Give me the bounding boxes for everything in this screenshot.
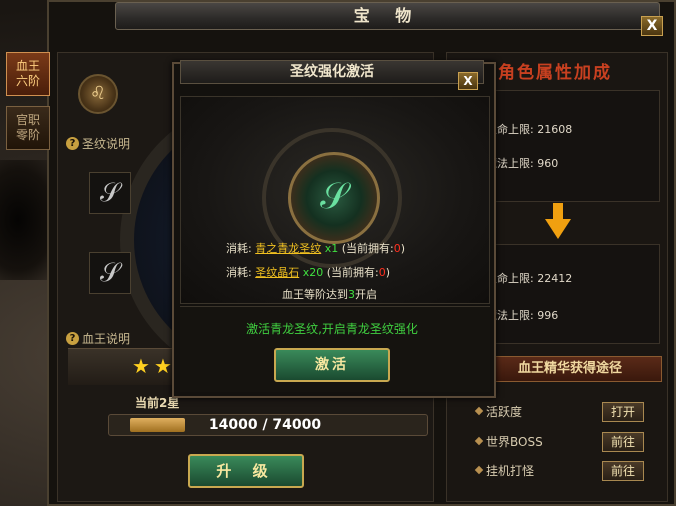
activation-description: 激活青龙圣纹,开启青龙圣纹强化	[246, 322, 418, 336]
star-icon: ★	[154, 354, 172, 378]
cost-label: 消耗:	[226, 242, 252, 255]
lion-emblem-icon: ♌	[78, 74, 118, 114]
owned-prefix-1: (当前拥有:	[341, 242, 394, 255]
dragon-rune-slot-icon[interactable]: 𝒮	[89, 172, 131, 214]
rune-help-link[interactable]: 圣纹说明	[82, 135, 130, 152]
owned-count-1: 0	[393, 242, 401, 255]
cost-line-2: 消耗: 圣纹晶石 x20 (当前拥有:0)	[226, 264, 390, 280]
owned-suffix-1: )	[400, 242, 406, 255]
requirement-suffix: 开启	[355, 288, 377, 301]
help-icon[interactable]: ?	[66, 332, 79, 345]
owned-count-2: 0	[378, 266, 386, 279]
cost-line-1: 消耗: 青之青龙圣纹 x1 (当前拥有:0)	[226, 240, 405, 256]
requirement-line: 血王等阶达到3开启	[282, 286, 377, 302]
goto-afk-farming-button[interactable]: 前往	[602, 461, 644, 481]
window-title: 宝 物	[353, 6, 422, 25]
tab-official-rank-line1: 官职	[15, 113, 40, 127]
tab-blood-king-line2: 六阶	[15, 74, 40, 88]
next-mp-attr: 魔法上限: 996	[486, 309, 559, 322]
activate-button[interactable]: 激活	[274, 348, 390, 382]
owned-suffix-2: )	[385, 266, 391, 279]
requirement-value: 3	[348, 288, 355, 301]
dialog-title: 圣纹强化激活	[290, 64, 374, 80]
tab-blood-king[interactable]: 血王 六阶	[6, 52, 50, 96]
source-afk-farming: 挂机打怪	[486, 464, 535, 478]
cost-qty-1: x1	[324, 242, 339, 255]
tab-official-rank[interactable]: 官职 零阶	[6, 106, 50, 150]
blood-king-help-link[interactable]: 血王说明	[82, 330, 130, 347]
cost-label: 消耗:	[226, 266, 252, 279]
source-activity: 活跃度	[486, 405, 523, 419]
goto-world-boss-button[interactable]: 前往	[602, 432, 644, 452]
star-icon: ★	[132, 354, 150, 378]
cost-item-1[interactable]: 青之青龙圣纹	[255, 242, 321, 255]
close-window-button[interactable]: X	[641, 16, 663, 36]
down-arrow-icon	[545, 203, 571, 239]
current-hp-attr: 生命上限: 21608	[486, 123, 573, 136]
close-dialog-button[interactable]: X	[458, 72, 478, 90]
next-hp-attr: 生命上限: 22412	[486, 272, 573, 285]
progress-text: 14000 / 74000	[208, 417, 322, 433]
cost-qty-2: x20	[302, 266, 324, 279]
source-world-boss: 世界BOSS	[486, 435, 543, 449]
current-mp-attr: 魔法上限: 960	[486, 157, 559, 170]
tab-blood-king-line1: 血王	[15, 59, 40, 73]
tab-official-rank-line2: 零阶	[15, 128, 40, 142]
cost-item-2[interactable]: 圣纹晶石	[255, 266, 299, 279]
essence-sources-header: 血王精华获得途径	[478, 356, 662, 382]
help-icon[interactable]: ?	[66, 137, 79, 150]
owned-prefix-2: (当前拥有:	[326, 266, 379, 279]
requirement-prefix: 血王等阶达到	[282, 288, 348, 301]
dragon-rune-slot-icon[interactable]: 𝒮	[89, 252, 131, 294]
open-activity-button[interactable]: 打开	[602, 402, 644, 422]
azure-dragon-rune-icon: 𝒮	[288, 152, 380, 244]
upgrade-button[interactable]: 升 级	[188, 454, 304, 488]
